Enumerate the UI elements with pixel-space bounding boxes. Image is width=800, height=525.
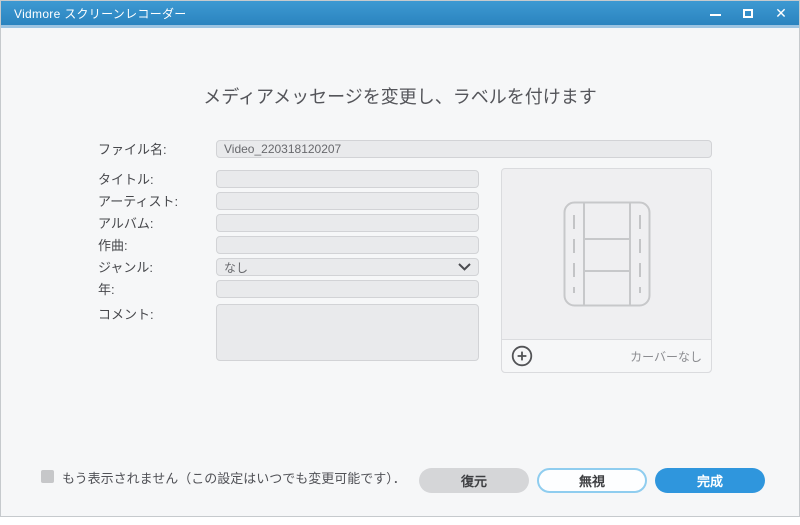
no-cover-status: カーバーなし bbox=[630, 349, 702, 364]
genre-label: ジャンル: bbox=[98, 260, 153, 275]
cover-preview bbox=[502, 169, 711, 339]
close-button[interactable]: ✕ bbox=[773, 5, 789, 21]
window-title: Vidmore スクリーンレコーダー bbox=[14, 6, 187, 21]
composer-label: 作曲: bbox=[98, 238, 128, 253]
restore-button[interactable]: 復元 bbox=[419, 468, 529, 493]
artist-label: アーティスト: bbox=[98, 194, 179, 209]
artist-input[interactable] bbox=[216, 192, 479, 210]
year-input[interactable] bbox=[216, 280, 479, 298]
cover-panel: カーバーなし bbox=[501, 168, 712, 373]
dont-show-again-checkbox[interactable] bbox=[41, 470, 54, 483]
close-icon: ✕ bbox=[775, 5, 787, 21]
plus-circle-icon bbox=[511, 345, 533, 367]
comment-label: コメント: bbox=[98, 307, 154, 322]
ignore-button[interactable]: 無視 bbox=[537, 468, 647, 493]
comment-textarea[interactable] bbox=[216, 304, 479, 361]
add-cover-button[interactable] bbox=[511, 345, 533, 367]
filename-label: ファイル名: bbox=[98, 142, 167, 157]
page-title: メディアメッセージを変更し、ラベルを付けます bbox=[203, 87, 597, 107]
genre-selected-value: なし bbox=[224, 260, 249, 275]
album-input[interactable] bbox=[216, 214, 479, 232]
window-controls: ✕ bbox=[707, 1, 789, 25]
titlebar[interactable]: Vidmore スクリーンレコーダー ✕ bbox=[1, 1, 799, 28]
title-input[interactable] bbox=[216, 170, 479, 188]
album-label: アルバム: bbox=[98, 216, 154, 231]
composer-input[interactable] bbox=[216, 236, 479, 254]
maximize-button[interactable] bbox=[740, 5, 756, 21]
filmstrip-icon bbox=[563, 201, 650, 307]
done-button[interactable]: 完成 bbox=[655, 468, 765, 493]
dont-show-again-label[interactable]: もう表示されません（この設定はいつでも変更可能です）． bbox=[62, 468, 406, 487]
year-label: 年: bbox=[98, 282, 115, 297]
minimize-button[interactable] bbox=[707, 5, 723, 21]
maximize-icon bbox=[743, 8, 753, 18]
title-label: タイトル: bbox=[98, 172, 154, 187]
cover-toolbar: カーバーなし bbox=[502, 339, 711, 372]
filename-input[interactable] bbox=[216, 140, 712, 158]
chevron-down-icon bbox=[458, 263, 471, 271]
genre-select[interactable]: なし bbox=[216, 258, 479, 276]
minimize-icon bbox=[709, 14, 721, 16]
app-window: Vidmore スクリーンレコーダー ✕ メディアメッセージを変更し、ラベルを付… bbox=[0, 0, 800, 517]
